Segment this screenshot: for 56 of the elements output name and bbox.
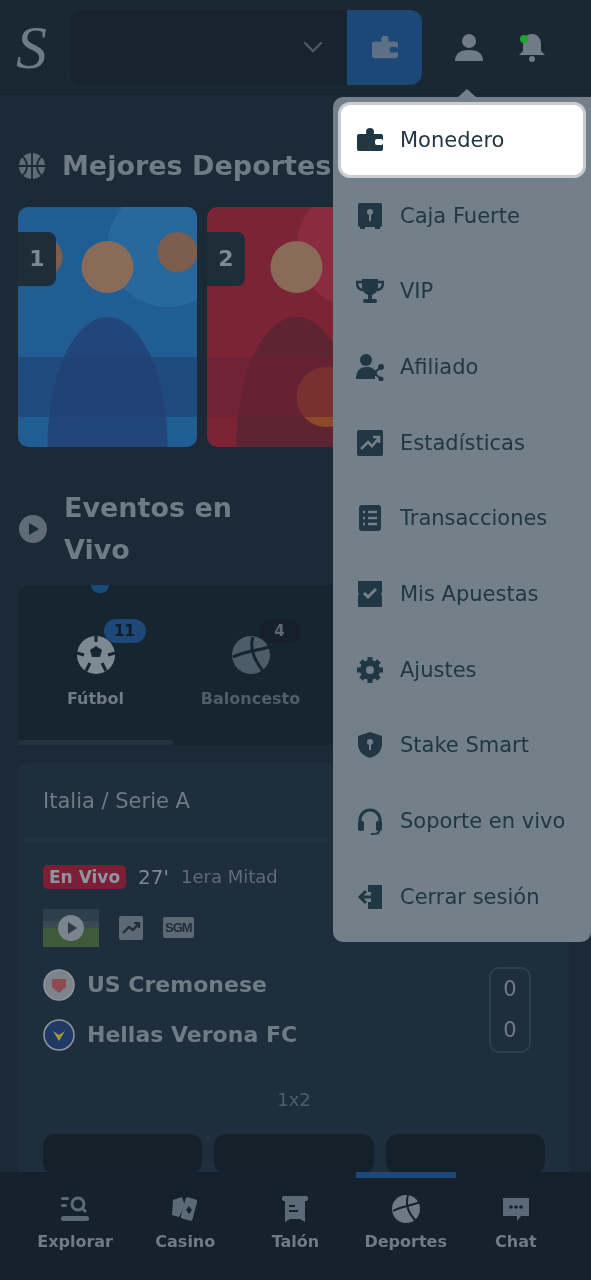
headset-icon: [356, 807, 384, 836]
safe-icon: [356, 201, 384, 230]
wallet-icon: [356, 125, 384, 154]
team-name: US Cremonese: [87, 972, 267, 998]
logout-icon: [356, 882, 384, 911]
ticket-icon: [356, 579, 384, 608]
chevron-down-icon: [303, 41, 323, 53]
nav-tab[interactable]: Talón: [245, 1172, 346, 1280]
sport-tab[interactable]: 11 Fútbol: [18, 584, 173, 745]
receipt-icon: [280, 1193, 311, 1224]
shield-icon: [356, 731, 384, 760]
sport-card[interactable]: 1: [18, 206, 197, 447]
section-title: Mejores Deportes: [62, 149, 332, 183]
logo[interactable]: S: [16, 16, 71, 78]
menu-item[interactable]: Mis Apuestas: [338, 556, 586, 632]
menu-item[interactable]: Ajustes: [338, 631, 586, 708]
rank-badge: 1: [18, 231, 56, 286]
rank-badge: 2: [207, 231, 245, 286]
menu-item[interactable]: Transacciones: [338, 480, 586, 557]
people-share-icon: [356, 352, 384, 381]
basketball-icon: [230, 635, 271, 676]
team-name: Hellas Verona FC: [87, 1022, 298, 1048]
odds-button[interactable]: [385, 1133, 545, 1174]
settings-icon: [356, 655, 384, 684]
basketball-icon: [18, 151, 46, 180]
nav-tab[interactable]: Deportes: [355, 1172, 456, 1280]
play-icon: [18, 513, 48, 544]
trophy-icon: [356, 277, 384, 306]
team-score: 0: [503, 977, 517, 1002]
chart-icon[interactable]: [119, 915, 143, 940]
team-score: 0: [503, 1018, 517, 1043]
wallet-button[interactable]: [347, 9, 422, 85]
scroll-indicator: [91, 584, 109, 593]
wallet-icon: [369, 34, 400, 60]
video-thumbnail[interactable]: [43, 908, 99, 947]
chart-icon: [356, 428, 384, 457]
count-badge: 11: [103, 619, 146, 644]
nav-tab[interactable]: Chat: [465, 1172, 566, 1280]
soccer-ball-icon: [75, 635, 116, 676]
menu-item[interactable]: Monedero: [338, 102, 586, 178]
match-period: 1era Mitad: [181, 866, 278, 888]
nav-tab[interactable]: Explorar: [25, 1172, 126, 1280]
user-icon[interactable]: [454, 32, 484, 62]
list-icon: [356, 504, 384, 533]
crest-icon: [43, 968, 75, 1001]
nav-tab[interactable]: Casino: [135, 1172, 236, 1280]
live-badge: En Vivo: [43, 864, 127, 889]
menu-item[interactable]: Cerrar sesión: [338, 858, 586, 935]
section-title: Eventos en Vivo: [64, 490, 234, 567]
same-game-multi-badge[interactable]: SGM: [163, 917, 194, 939]
crest-icon: [43, 1018, 75, 1051]
match-minute: 27': [138, 864, 170, 889]
sport-tab[interactable]: 4 Baloncesto: [173, 584, 328, 745]
count-badge: 4: [258, 619, 301, 644]
play-icon: [57, 913, 85, 942]
basketball-icon: [390, 1193, 421, 1224]
